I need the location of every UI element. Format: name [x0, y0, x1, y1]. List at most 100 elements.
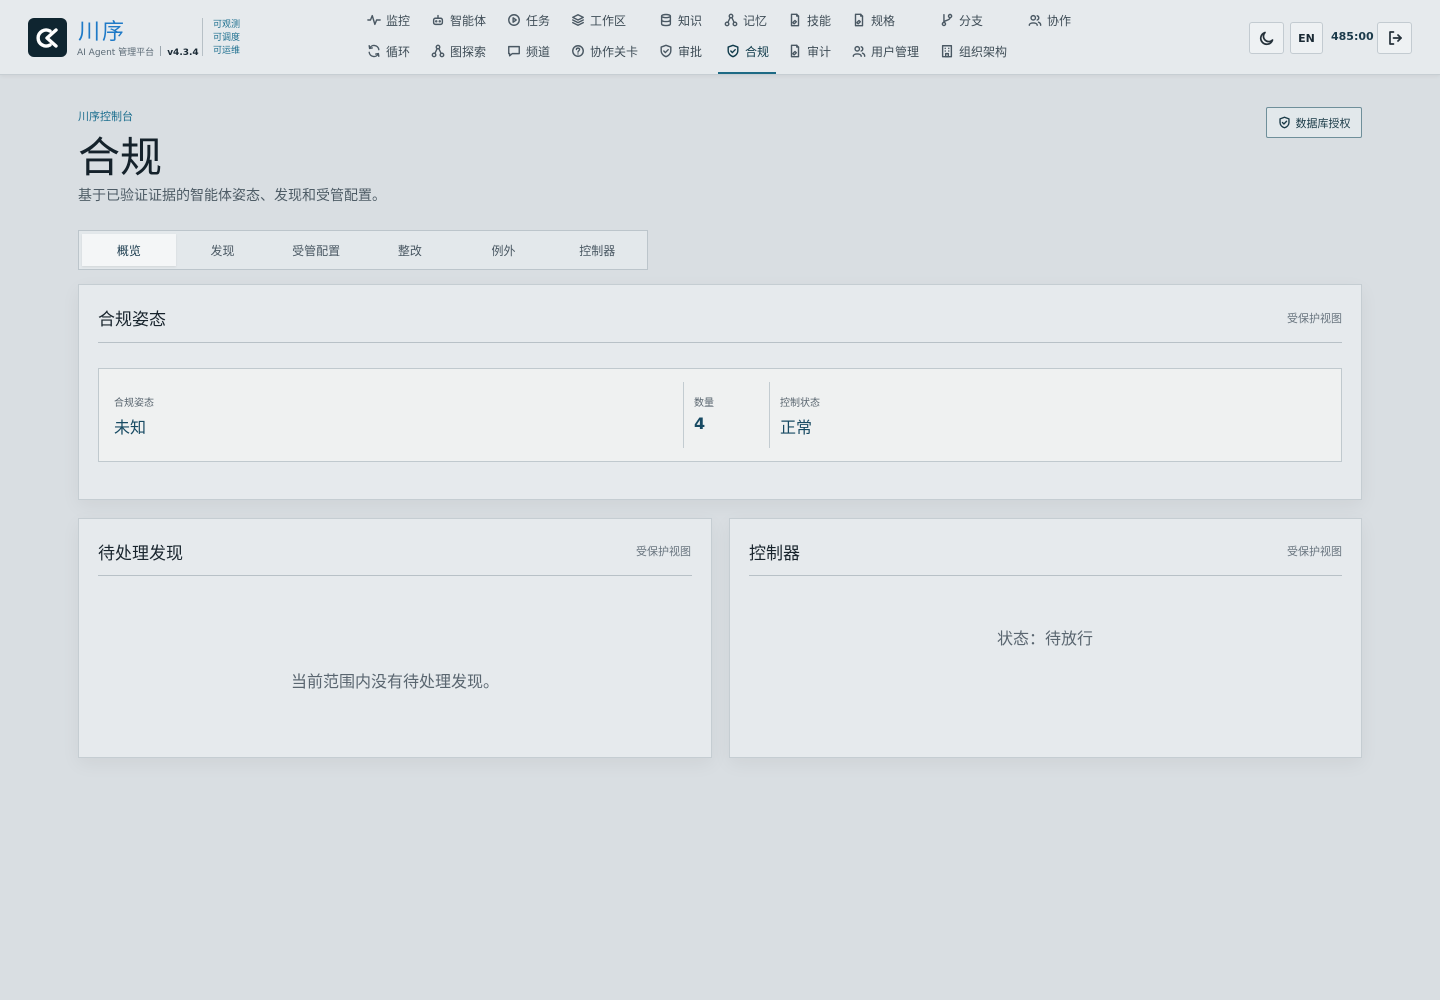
database-authorization-button[interactable]: 数据库授权 [1266, 107, 1362, 138]
nav-item-skills[interactable]: 技能 [788, 8, 831, 32]
tagline-schedulable: 可调度 [213, 33, 241, 43]
divider [202, 18, 203, 56]
protected-view-tag: 受保护视图 [636, 545, 691, 558]
users-icon [852, 45, 866, 57]
nav-label: 记忆 [743, 13, 768, 28]
version-label: v4.3.4 [167, 48, 199, 58]
nav-item-channels[interactable]: 频道 [507, 39, 550, 63]
theme-toggle-button[interactable] [1249, 22, 1284, 54]
brand-name: 川序 [78, 20, 127, 45]
nav-item-audit[interactable]: 审计 [788, 39, 831, 63]
tagline-operable: 可运维 [213, 46, 241, 56]
panel-title: 控制器 [749, 544, 800, 564]
button-label: 数据库授权 [1295, 116, 1351, 130]
controller-status-text: 状态：待放行 [997, 629, 1094, 648]
nav-label: 合规 [745, 44, 770, 59]
protected-view-tag: 受保护视图 [1287, 312, 1342, 325]
divider [160, 46, 162, 56]
tab-managed-config[interactable]: 受管配置 [269, 234, 363, 266]
nav-item-approvals[interactable]: 审批 [659, 39, 702, 63]
divider [769, 382, 770, 448]
capability-taglines: 可观测 可调度 可运维 [213, 19, 240, 58]
nav-label: 协作关卡 [590, 44, 639, 59]
top-bar: 川序 AI Agent 管理平台 v4.3.4 可观测 可调度 可运维 监控 智能… [0, 0, 1440, 75]
nav-item-collaboration[interactable]: 协作 [1028, 8, 1071, 32]
breadcrumb[interactable]: 川序控制台 [78, 108, 133, 124]
shield-check-icon [727, 44, 739, 58]
nav-label: 知识 [678, 13, 703, 28]
nav-label: 监控 [386, 13, 411, 28]
nav-item-branches[interactable]: 分支 [940, 8, 983, 32]
divider [98, 575, 692, 576]
help-circle-icon [572, 45, 584, 57]
nav-label: 协作 [1047, 13, 1072, 28]
nav-label: 图探索 [450, 44, 487, 59]
nav-item-specs[interactable]: 规格 [852, 8, 895, 32]
empty-state-text: 当前范围内没有待处理发现。 [291, 672, 500, 691]
metric-value-posture: 未知 [114, 418, 147, 437]
nav-item-workspace[interactable]: 工作区 [571, 8, 626, 32]
divider [749, 575, 1342, 576]
nav-label: 频道 [526, 44, 551, 59]
nav-item-tasks[interactable]: 任务 [507, 8, 550, 32]
metric-label-count: 数量 [694, 398, 714, 409]
database-icon [660, 13, 672, 27]
nav-label: 工作区 [590, 13, 627, 28]
logout-button[interactable] [1377, 22, 1412, 54]
network-icon [724, 13, 738, 27]
logo-icon [36, 27, 58, 48]
tab-controller[interactable]: 控制器 [550, 234, 644, 266]
nav-label: 分支 [959, 13, 984, 28]
metric-value-count: 4 [694, 414, 706, 433]
tab-remediation[interactable]: 整改 [363, 234, 457, 266]
nav-item-memory[interactable]: 记忆 [724, 8, 767, 32]
layers-icon [572, 14, 584, 26]
nav-item-knowledge[interactable]: 知识 [659, 8, 702, 32]
active-nav-indicator [718, 72, 776, 74]
brand-tagline: AI Agent 管理平台 [77, 48, 155, 58]
metric-value-control-status: 正常 [780, 418, 813, 437]
nav-item-user-management[interactable]: 用户管理 [852, 39, 919, 63]
shield-check-icon [660, 44, 672, 58]
session-timer: 485:00 [1331, 30, 1374, 43]
users-icon [1028, 14, 1042, 26]
page-title: 合规 [78, 133, 163, 182]
divider [98, 342, 1342, 343]
logo[interactable] [28, 18, 67, 57]
moon-icon [1259, 31, 1273, 46]
tab-overview[interactable]: 概览 [82, 234, 176, 266]
language-toggle-button[interactable]: EN [1290, 22, 1323, 54]
refresh-icon [368, 44, 380, 58]
brand-subtitle: AI Agent 管理平台 v4.3.4 [77, 45, 199, 58]
activity-icon [367, 14, 381, 26]
posture-metrics: 合规姿态 未知 数量 4 控制状态 正常 [98, 368, 1342, 462]
nav-label: 循环 [386, 44, 411, 59]
nav-item-graph-explore[interactable]: 图探索 [431, 39, 486, 63]
panel-title: 待处理发现 [98, 544, 183, 564]
play-circle-icon [508, 14, 520, 26]
nav-label: 审计 [807, 44, 832, 59]
protected-view-tag: 受保护视图 [1287, 545, 1342, 558]
metric-label-control-status: 控制状态 [780, 398, 820, 409]
nav-item-agents[interactable]: 智能体 [431, 8, 486, 32]
compliance-tabs: 概览 发现 受管配置 整改 例外 控制器 [78, 230, 648, 270]
nav-item-collab-gates[interactable]: 协作关卡 [571, 39, 638, 63]
nav-label: 技能 [807, 13, 832, 28]
logout-icon [1388, 31, 1402, 45]
building-icon [941, 45, 953, 58]
network-icon [431, 44, 445, 58]
nav-item-org-structure[interactable]: 组织架构 [940, 39, 1007, 63]
divider [683, 382, 684, 448]
tagline-observable: 可观测 [213, 20, 241, 30]
tab-findings[interactable]: 发现 [176, 234, 270, 266]
file-sign-icon [854, 13, 864, 27]
page-subtitle: 基于已验证证据的智能体姿态、发现和受管配置。 [78, 188, 386, 204]
tab-exceptions[interactable]: 例外 [457, 234, 551, 266]
nav-item-loops[interactable]: 循环 [367, 39, 410, 63]
nav-label: 任务 [526, 13, 551, 28]
nav-label: 审批 [678, 44, 703, 59]
nav-item-monitor[interactable]: 监控 [367, 8, 410, 32]
nav-item-compliance[interactable]: 合规 [726, 39, 769, 63]
file-sign-icon [790, 44, 800, 58]
git-branch-icon [941, 13, 953, 27]
